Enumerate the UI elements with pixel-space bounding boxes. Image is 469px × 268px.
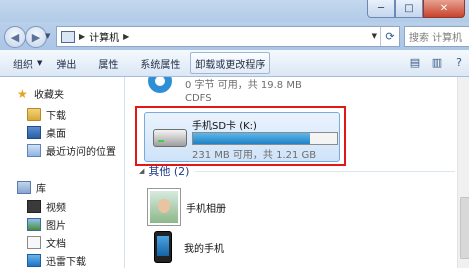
sidebar-item-label: 视频: [46, 203, 66, 214]
star-icon: ★: [17, 86, 28, 101]
capacity-bar: [192, 132, 338, 145]
cdfs-free-space: 0 字节 可用，共 19.8 MB: [185, 80, 302, 91]
sd-card-drive-item[interactable]: 手机SD卡 (K:) 231 MB 可用，共 1.21 GB: [144, 112, 340, 162]
help-icon[interactable]: ?: [451, 54, 467, 70]
pictures-icon: [27, 218, 41, 231]
maximize-button[interactable]: □: [395, 0, 423, 18]
refresh-icon: ⟳: [385, 30, 395, 43]
address-dropdown-icon[interactable]: ▼: [372, 32, 377, 40]
sidebar-item-videos[interactable]: 视频: [27, 198, 66, 215]
sidebar-item-documents[interactable]: 文档: [27, 234, 66, 251]
system-properties-button[interactable]: 系统属性: [140, 53, 180, 73]
downloads-folder-icon: [27, 108, 41, 121]
properties-button[interactable]: 属性: [98, 53, 118, 73]
forward-arrow-icon: ▶: [31, 30, 41, 44]
sidebar-item-recent[interactable]: 最近访问的位置: [27, 142, 116, 159]
sd-card-name: 手机SD卡 (K:): [192, 121, 257, 132]
back-button[interactable]: ◀: [4, 26, 26, 48]
video-icon: [27, 200, 41, 213]
breadcrumb-separator-icon[interactable]: ▶: [79, 32, 85, 41]
sidebar-item-label: 下载: [46, 111, 66, 122]
phone-icon: [154, 231, 172, 263]
group-header-other[interactable]: ◢ 其他 (2): [135, 163, 455, 179]
organize-label: 组织: [13, 59, 33, 71]
window-controls: ─ □ ✕: [367, 0, 465, 18]
group-label: 其他 (2): [148, 165, 190, 178]
sidebar-item-label: 库: [36, 184, 46, 195]
sidebar-item-label: 桌面: [46, 129, 66, 140]
sidebar-item-label: 迅雷下载: [46, 257, 86, 268]
breadcrumb-separator-icon[interactable]: ▶: [123, 32, 129, 41]
breadcrumb-computer[interactable]: 计算机: [89, 29, 119, 44]
documents-icon: [27, 236, 41, 249]
address-bar[interactable]: ▶ 计算机 ▶ ▼ ⟳: [56, 26, 400, 47]
search-placeholder: 搜索 计算机: [409, 33, 463, 44]
sidebar-item-desktop[interactable]: 桌面: [27, 124, 66, 141]
recent-places-icon: [27, 144, 41, 157]
minimize-button[interactable]: ─: [367, 0, 395, 18]
back-arrow-icon: ◀: [10, 30, 20, 44]
thunder-download-icon: [27, 254, 41, 267]
cdfs-drive-icon: [148, 77, 172, 93]
sidebar-item-label: 收藏夹: [34, 90, 64, 101]
collapse-triangle-icon[interactable]: ◢: [139, 167, 144, 175]
sidebar-item-label: 文档: [46, 239, 66, 250]
refresh-button[interactable]: ⟳: [380, 27, 399, 46]
group-divider: [195, 170, 455, 172]
scrollbar-thumb[interactable]: [460, 197, 469, 259]
highlight-box: 手机SD卡 (K:) 231 MB 可用，共 1.21 GB: [135, 106, 346, 166]
removable-drive-icon: [153, 129, 187, 147]
list-item-my-phone[interactable]: 我的手机: [148, 231, 224, 263]
vertical-scrollbar[interactable]: [457, 77, 469, 268]
chevron-down-icon: ▼: [37, 59, 43, 67]
preview-pane-icon[interactable]: ▥: [429, 54, 445, 70]
libraries-icon: [17, 181, 31, 194]
history-dropdown-icon[interactable]: ▼: [45, 32, 50, 40]
item-label: 手机相册: [186, 203, 226, 215]
cdfs-drive-item[interactable]: 0 字节 可用，共 19.8 MB CDFS: [185, 79, 302, 105]
sidebar-item-label: 最近访问的位置: [46, 147, 116, 158]
navigation-pane: ★ 收藏夹 下载 桌面 最近访问的位置 库 视频 图片 文档 迅雷下载: [0, 77, 125, 268]
photo-album-icon: [148, 189, 180, 225]
item-label: 我的手机: [184, 243, 224, 255]
search-input[interactable]: 搜索 计算机: [404, 26, 469, 47]
computer-icon: [61, 30, 75, 43]
list-item-phone-album[interactable]: 手机相册: [148, 189, 226, 225]
title-bar: ─ □ ✕: [0, 0, 469, 22]
sidebar-item-thunder[interactable]: 迅雷下载: [27, 252, 86, 268]
sidebar-item-downloads[interactable]: 下载: [27, 106, 66, 123]
sidebar-item-pictures[interactable]: 图片: [27, 216, 66, 233]
forward-button[interactable]: ▶: [25, 26, 47, 48]
sidebar-item-libraries[interactable]: 库: [17, 179, 46, 196]
desktop-icon: [27, 126, 41, 139]
view-controls: ▤ ▥ ?: [407, 54, 467, 70]
sidebar-item-label: 图片: [46, 221, 66, 232]
uninstall-program-button[interactable]: 卸载或更改程序: [190, 52, 271, 74]
address-row: ◀ ▶ ▼ ▶ 计算机 ▶ ▼ ⟳ 搜索 计算机: [0, 22, 469, 50]
sd-card-free-space: 231 MB 可用，共 1.21 GB: [192, 150, 317, 161]
organize-button[interactable]: 组织 ▼: [13, 53, 42, 73]
view-options-icon[interactable]: ▤: [407, 54, 423, 70]
capacity-bar-fill: [193, 133, 310, 144]
sidebar-item-favorites[interactable]: ★ 收藏夹: [17, 85, 64, 102]
eject-button[interactable]: 弹出: [56, 53, 76, 73]
command-bar: 组织 ▼ 弹出 属性 系统属性 卸载或更改程序: [0, 50, 469, 77]
cdfs-filesystem: CDFS: [185, 93, 212, 104]
close-button[interactable]: ✕: [423, 0, 465, 18]
